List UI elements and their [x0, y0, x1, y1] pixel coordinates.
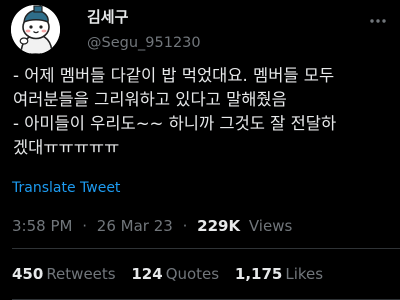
author-names: 김세구 @Segu_951230	[87, 8, 201, 52]
tweet-text: - 어제 멤버들 다같이 밥 먹었대요. 멤버들 모두 여러분들을 그리워하고 …	[13, 64, 392, 160]
quotes-count: 124	[131, 265, 163, 283]
tweet-header: 김세구 @Segu_951230	[11, 5, 388, 55]
tweet-card: 김세구 @Segu_951230 - 어제 멤버들 다같이 밥 먹었대요. 멤버…	[0, 0, 400, 300]
tweet-text-line: - 어제 멤버들 다같이 밥 먹었대요. 멤버들 모두	[13, 66, 335, 85]
tweet-text-line: 겠대ㅠㅠㅠㅠㅠ	[13, 138, 120, 157]
avatar[interactable]	[11, 5, 60, 54]
author-display-name[interactable]: 김세구	[87, 8, 201, 26]
meta-separator: ·	[82, 217, 88, 235]
views-label: Views	[248, 217, 293, 235]
tweet-text-line: 여러분들을 그리워하고 있다고 말해줬음	[13, 90, 287, 109]
retweets-stat[interactable]: 450 Retweets	[12, 264, 116, 284]
likes-count: 1,175	[234, 265, 283, 283]
views-count[interactable]: 229K	[197, 217, 240, 235]
retweets-count: 450	[12, 265, 44, 283]
more-options-button[interactable]	[368, 11, 388, 31]
divider	[12, 248, 400, 249]
quotes-stat[interactable]: 124 Quotes	[131, 264, 219, 284]
author-handle[interactable]: @Segu_951230	[87, 34, 201, 52]
tweet-date[interactable]: 26 Mar 23	[97, 217, 173, 235]
quotes-label: Quotes	[165, 265, 220, 283]
cartoon-avatar-icon	[11, 5, 60, 54]
meta-separator: ·	[182, 217, 188, 235]
more-horizontal-icon	[370, 19, 386, 23]
tweet-text-line: - 아미들이 우리도~~ 하니까 그것도 잘 전달하	[13, 114, 337, 133]
tweet-stats: 450 Retweets 124 Quotes 1,175 Likes	[12, 264, 334, 284]
tweet-meta: 3:58 PM · 26 Mar 23 · 229K Views	[12, 216, 292, 236]
likes-label: Likes	[285, 265, 324, 283]
likes-stat[interactable]: 1,175 Likes	[235, 264, 323, 284]
retweets-label: Retweets	[46, 265, 116, 283]
translate-tweet-link[interactable]: Translate Tweet	[12, 179, 120, 197]
tweet-time[interactable]: 3:58 PM	[12, 217, 72, 235]
